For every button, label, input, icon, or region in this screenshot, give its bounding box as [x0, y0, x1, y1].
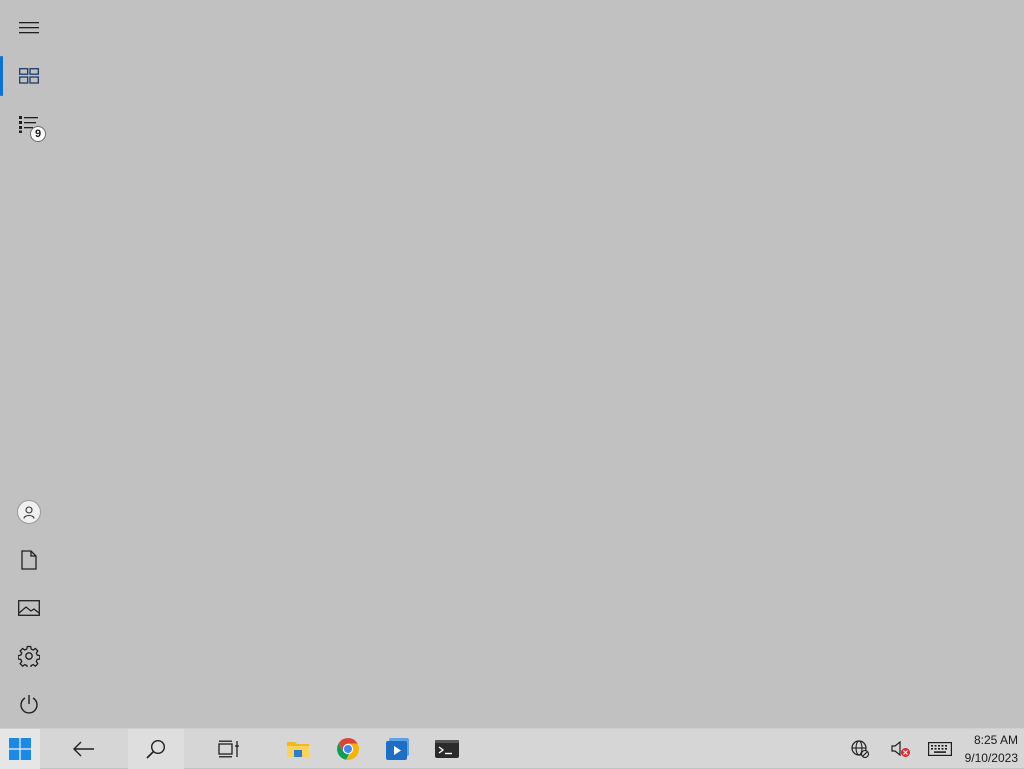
taskbar: 8:25 AM 9/10/2023	[0, 728, 1024, 769]
task-view-icon	[218, 740, 239, 758]
keyboard-icon	[928, 742, 952, 756]
start-button[interactable]	[0, 729, 40, 769]
pictures-button[interactable]	[0, 584, 58, 632]
start-rail: 9	[0, 0, 58, 728]
power-icon	[20, 695, 38, 714]
documents-button[interactable]	[0, 536, 58, 584]
back-arrow-icon	[73, 741, 94, 757]
desktop-background: 9	[0, 0, 1024, 728]
network-button[interactable]	[843, 729, 877, 769]
terminal-icon	[435, 740, 459, 758]
gear-icon	[18, 645, 40, 667]
volume-muted-icon	[891, 740, 910, 757]
picture-icon	[18, 600, 40, 616]
task-view-button[interactable]	[205, 729, 253, 769]
chrome-icon	[337, 738, 359, 760]
folder-icon	[287, 742, 309, 757]
clock-date: 9/10/2023	[964, 751, 1018, 765]
media-player-button[interactable]	[376, 729, 420, 769]
menu-button[interactable]	[0, 4, 58, 52]
task-count-badge: 9	[30, 126, 46, 142]
settings-button[interactable]	[0, 632, 58, 680]
search-icon	[146, 739, 166, 759]
globe-network-icon	[851, 740, 869, 758]
search-button[interactable]	[128, 729, 184, 769]
user-icon	[23, 505, 35, 519]
windows-logo-icon	[9, 738, 31, 760]
avatar	[17, 500, 41, 524]
clock[interactable]: 8:25 AM 9/10/2023	[954, 729, 1018, 769]
power-button[interactable]	[0, 680, 58, 728]
file-explorer-button[interactable]	[276, 729, 320, 769]
task-list-button[interactable]: 9	[0, 100, 58, 148]
dashboard-button[interactable]	[0, 52, 58, 100]
back-button[interactable]	[60, 729, 108, 769]
media-player-icon	[386, 738, 409, 760]
document-icon	[21, 550, 37, 570]
chrome-button[interactable]	[326, 729, 370, 769]
hamburger-icon	[19, 22, 39, 34]
volume-button[interactable]	[884, 729, 918, 769]
tiles-icon	[19, 68, 39, 84]
keyboard-button[interactable]	[922, 729, 958, 769]
terminal-button[interactable]	[424, 729, 470, 769]
user-button[interactable]	[0, 488, 58, 536]
clock-time: 8:25 AM	[973, 733, 1018, 747]
